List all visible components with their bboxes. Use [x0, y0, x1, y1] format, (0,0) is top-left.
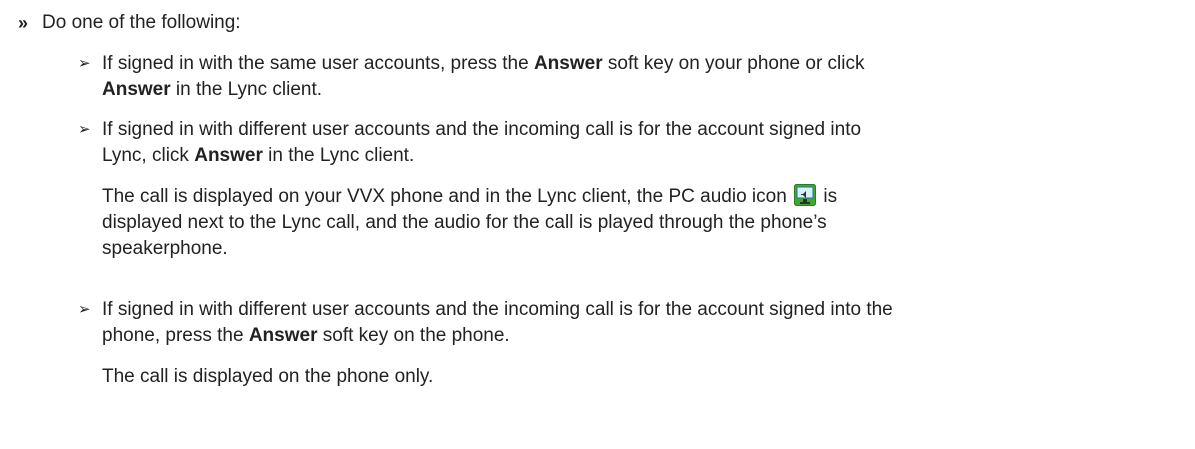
document-page: » Do one of the following: ➢ If signed i…	[0, 0, 1195, 449]
result-line: displayed next to the Lync call, and the…	[102, 212, 827, 233]
list-item-line: Lync, click Answer in the Lync client.	[102, 145, 415, 166]
list-item-text: If signed in with different user account…	[102, 297, 1192, 349]
result-line: The call is displayed on the phone only.	[102, 366, 434, 387]
step-marker: »	[18, 13, 29, 33]
arrow-bullet-icon: ➢	[78, 121, 91, 138]
result-paragraph: The call is displayed on the phone only.	[102, 364, 1182, 390]
list-item-line: Answer in the Lync client.	[102, 79, 323, 100]
answer-term: Answer	[248, 325, 318, 346]
result-paragraph: The call is displayed on your VVX phone …	[102, 184, 1182, 262]
list-item-line: If signed in with the same user accounts…	[102, 53, 865, 74]
result-line: speakerphone.	[102, 238, 228, 259]
result-line: The call is displayed on your VVX phone …	[102, 184, 838, 207]
list-item-text: If signed in with different user account…	[102, 117, 1192, 169]
list-item-line: If signed in with different user account…	[102, 119, 862, 140]
arrow-bullet-icon: ➢	[78, 55, 91, 72]
arrow-bullet-icon: ➢	[78, 301, 91, 318]
answer-term: Answer	[102, 79, 171, 100]
answer-term: Answer	[194, 145, 263, 166]
step-text: Do one of the following:	[42, 12, 241, 33]
list-item-line: phone, press the Answer soft key on the …	[102, 325, 510, 346]
list-item-text: If signed in with the same user accounts…	[102, 51, 1192, 103]
list-item-line: If signed in with different user account…	[102, 299, 893, 320]
answer-term: Answer	[533, 53, 603, 74]
pc-audio-icon	[794, 184, 817, 206]
